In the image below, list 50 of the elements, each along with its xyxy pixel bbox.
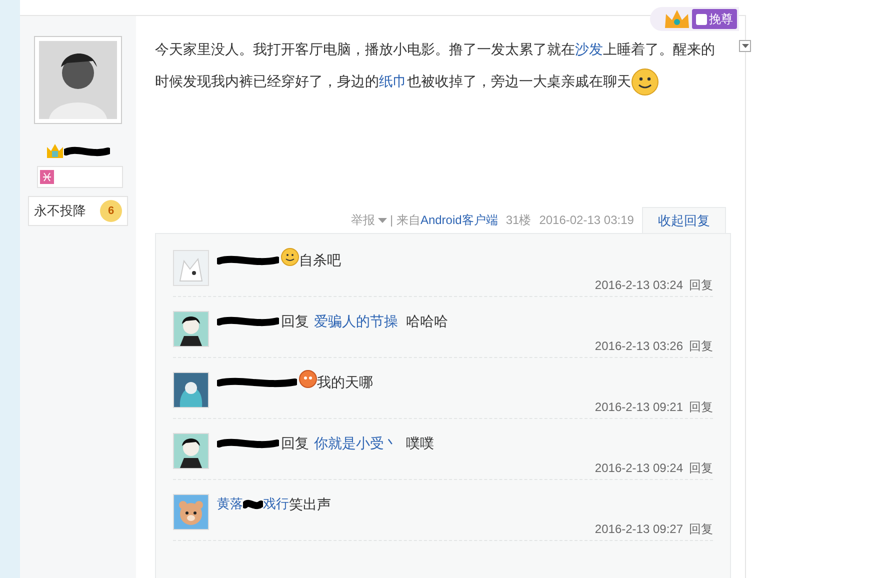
reply-text: 自杀吧	[299, 250, 341, 270]
reply-label: 回复	[281, 434, 309, 452]
redaction-mark	[217, 254, 279, 266]
forum-rank-label: 永不投降	[34, 202, 86, 220]
caret-icon	[742, 44, 748, 48]
reply-link[interactable]: 回复	[689, 520, 713, 538]
post-text: 今天家里没人。我打开客厅电脑，播放小电影。撸了一发太累了就在沙发上睡着了。醒来的时候发现我内裤已经穿好了，身边的纸巾 也被收掉了，旁边一大桌亲戚在聊天	[155, 33, 725, 97]
reply-text: 噗噗	[406, 434, 434, 452]
source-label: | 来自	[390, 212, 420, 229]
report-link[interactable]: 举报	[351, 211, 375, 229]
reply-text: 笑出声	[289, 494, 331, 514]
level-badge: 6	[100, 200, 122, 222]
crown-icon	[46, 143, 64, 159]
redaction-mark	[64, 145, 110, 157]
reply-link[interactable]: 回复	[689, 459, 713, 477]
username[interactable]: 黄落	[217, 494, 243, 514]
reply-target-link[interactable]: 爱骗人的节操	[314, 310, 398, 332]
reply-time: 2016-2-13 09:27	[594, 521, 683, 538]
avatar	[174, 251, 208, 285]
reply-time: 2016-2-13 03:26	[594, 338, 683, 355]
floor-number: 31楼	[506, 212, 532, 229]
avatar	[174, 373, 208, 407]
reply-time: 2016-2-13 09:21	[594, 399, 683, 416]
caret-icon	[378, 218, 387, 222]
reply-label: 回复	[281, 312, 309, 330]
avatar	[174, 495, 208, 529]
redaction-mark	[217, 437, 279, 449]
face-icon	[299, 370, 317, 388]
avatar	[174, 434, 208, 468]
client-link[interactable]: Android客户端	[420, 211, 498, 229]
reply-text: 我的天哪	[317, 372, 373, 392]
reply-target-link[interactable]: 你就是小受丶	[314, 432, 398, 454]
post-time: 2016-02-13 03:19	[539, 212, 634, 229]
redaction-mark	[217, 315, 279, 327]
redaction-mark	[243, 498, 263, 510]
reply-text: 哈哈哈	[406, 312, 448, 330]
reply-link[interactable]: 回复	[689, 276, 713, 294]
smiley-icon	[281, 248, 299, 266]
menu-toggle[interactable]	[739, 40, 751, 52]
collapse-replies-tab[interactable]: 收起回复	[642, 207, 726, 233]
support-button[interactable]: 挽尊	[692, 9, 737, 29]
reply-time: 2016-2-13 03:24	[594, 277, 683, 294]
avatar	[174, 312, 208, 346]
reply-link[interactable]: 回复	[689, 398, 713, 416]
crown-icon	[664, 8, 690, 30]
smiley-icon	[631, 68, 659, 96]
reply-link[interactable]: 回复	[689, 337, 713, 355]
reply-time: 2016-2-13 09:24	[594, 460, 683, 477]
username[interactable]: 戏行	[263, 494, 289, 514]
zodiac-icon	[40, 170, 54, 184]
